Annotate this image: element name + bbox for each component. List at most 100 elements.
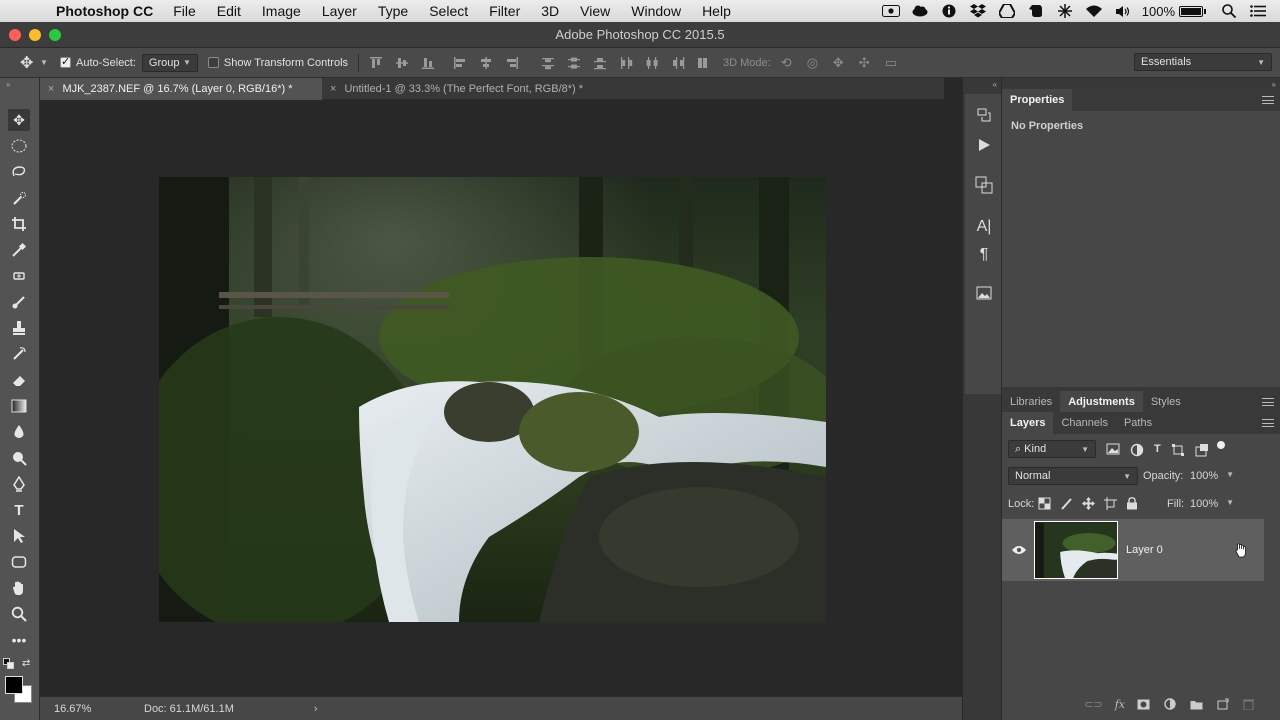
adjustments-panel-menu-icon[interactable]: [1262, 398, 1274, 406]
blend-mode-dropdown[interactable]: Normal ▼: [1008, 467, 1138, 485]
opacity-field[interactable]: 100% ▼: [1190, 470, 1234, 482]
auto-select-dropdown[interactable]: Group ▼: [141, 53, 198, 72]
image-info-panel-icon[interactable]: [975, 284, 993, 302]
tab-layers[interactable]: Layers: [1002, 412, 1054, 434]
character-panel-icon[interactable]: A|: [975, 218, 993, 236]
tool-presets-icon[interactable]: [975, 176, 993, 194]
distribute-left-icon[interactable]: [619, 56, 633, 70]
healing-brush-tool-icon[interactable]: [8, 265, 30, 287]
swap-colors-icon[interactable]: ⇄: [22, 658, 30, 669]
menu-filter[interactable]: Filter: [489, 3, 520, 19]
tab-libraries[interactable]: Libraries: [1002, 391, 1060, 413]
3d-roll-icon[interactable]: ◎: [807, 55, 833, 71]
layer-style-fx-icon[interactable]: fx: [1115, 698, 1125, 711]
lasso-tool-icon[interactable]: [8, 161, 30, 183]
lock-transparent-pixels-icon[interactable]: [1038, 497, 1051, 510]
volume-icon[interactable]: [1113, 4, 1133, 18]
filter-adjustment-layers-icon[interactable]: [1130, 443, 1144, 457]
chevron-down-icon[interactable]: ▼: [1226, 498, 1234, 510]
screen-record-icon[interactable]: [881, 4, 901, 18]
3d-orbit-icon[interactable]: ⟲: [781, 55, 807, 71]
dropbox-icon[interactable]: [968, 4, 988, 18]
creative-cloud-icon[interactable]: [910, 4, 930, 18]
app-name-menu[interactable]: Photoshop CC: [56, 3, 153, 19]
filter-smart-objects-icon[interactable]: [1195, 443, 1209, 457]
align-vertical-centers-icon[interactable]: [395, 56, 409, 70]
clone-stamp-tool-icon[interactable]: [8, 317, 30, 339]
menu-help[interactable]: Help: [702, 3, 731, 19]
auto-select-checkbox[interactable]: [60, 55, 71, 68]
menu-window[interactable]: Window: [631, 3, 681, 19]
document-size[interactable]: Doc: 61.1M/61.1M: [144, 703, 234, 715]
align-horizontal-centers-icon[interactable]: [479, 56, 493, 70]
move-tool-preset-icon[interactable]: ✥: [20, 53, 40, 73]
new-layer-icon[interactable]: [1217, 698, 1229, 710]
eraser-tool-icon[interactable]: [8, 369, 30, 391]
new-adjustment-layer-icon[interactable]: [1164, 698, 1176, 710]
zoom-level[interactable]: 16.67%: [54, 703, 144, 715]
status-menu-arrow-icon[interactable]: ›: [314, 703, 318, 715]
chevron-down-icon[interactable]: ▼: [1226, 470, 1234, 482]
brush-tool-icon[interactable]: [8, 291, 30, 313]
evernote-icon[interactable]: [1026, 4, 1046, 18]
foreground-color-swatch[interactable]: [5, 676, 23, 694]
tab-untitled-1[interactable]: × Untitled-1 @ 33.3% (The Perfect Font, …: [322, 78, 632, 100]
layer-name[interactable]: Layer 0: [1126, 544, 1163, 556]
layer-row[interactable]: Layer 0: [1002, 519, 1264, 581]
rectangle-tool-icon[interactable]: [8, 551, 30, 573]
filter-pixel-layers-icon[interactable]: [1106, 443, 1120, 455]
dodge-tool-icon[interactable]: [8, 447, 30, 469]
link-layers-icon[interactable]: ⊂⊃: [1084, 698, 1102, 711]
distribute-right-icon[interactable]: [671, 56, 685, 70]
new-group-folder-icon[interactable]: [1190, 699, 1203, 710]
3d-pan-icon[interactable]: ✥: [833, 55, 859, 71]
menu-select[interactable]: Select: [429, 3, 468, 19]
notification-center-icon[interactable]: [1248, 4, 1268, 18]
marquee-tool-icon[interactable]: [8, 135, 30, 157]
menu-view[interactable]: View: [580, 3, 610, 19]
align-bottom-edges-icon[interactable]: [421, 56, 435, 70]
crop-tool-icon[interactable]: [8, 213, 30, 235]
filter-type-layers-icon[interactable]: T: [1154, 443, 1161, 457]
show-transform-controls-checkbox[interactable]: [207, 57, 219, 68]
3d-slide-icon[interactable]: ✣: [859, 55, 885, 71]
more-tools-icon[interactable]: •••: [8, 629, 30, 651]
lock-image-pixels-icon[interactable]: [1060, 497, 1073, 510]
filter-shape-layers-icon[interactable]: [1171, 443, 1185, 457]
document-image[interactable]: [159, 177, 826, 622]
tab-paths[interactable]: Paths: [1116, 412, 1160, 434]
workspace-dropdown[interactable]: Essentials ▼: [1134, 53, 1272, 71]
tab-channels[interactable]: Channels: [1053, 412, 1115, 434]
history-brush-tool-icon[interactable]: [8, 343, 30, 365]
align-top-edges-icon[interactable]: [369, 56, 383, 70]
history-panel-icon[interactable]: [975, 106, 993, 124]
type-tool-icon[interactable]: T: [8, 499, 30, 521]
distribute-vertical-centers-icon[interactable]: [567, 56, 581, 70]
layer-thumbnail[interactable]: [1034, 521, 1118, 579]
gradient-tool-icon[interactable]: [8, 395, 30, 417]
minimize-window-button[interactable]: [29, 29, 41, 41]
delete-layer-trash-icon[interactable]: [1243, 698, 1254, 710]
3d-scale-icon[interactable]: ▭: [885, 55, 911, 71]
visibility-eye-icon[interactable]: [1012, 545, 1026, 555]
close-tab-icon[interactable]: ×: [330, 83, 336, 95]
move-tool-icon[interactable]: ✥: [8, 109, 30, 131]
blur-tool-icon[interactable]: [8, 421, 30, 443]
lock-all-icon[interactable]: [1126, 497, 1138, 510]
canvas-area[interactable]: [40, 100, 944, 696]
menu-layer[interactable]: Layer: [322, 3, 357, 19]
spotlight-search-icon[interactable]: [1219, 4, 1239, 18]
menu-file[interactable]: File: [173, 3, 196, 19]
flower-icon[interactable]: [1055, 4, 1075, 18]
tool-preset-caret-icon[interactable]: ▼: [40, 58, 56, 67]
paragraph-panel-icon[interactable]: ¶: [975, 246, 993, 264]
pen-tool-icon[interactable]: [8, 473, 30, 495]
zoom-tool-icon[interactable]: [8, 603, 30, 625]
info-icon[interactable]: [939, 4, 959, 18]
quick-selection-tool-icon[interactable]: [8, 187, 30, 209]
eyedropper-tool-icon[interactable]: [8, 239, 30, 261]
auto-align-layers-icon[interactable]: [697, 56, 711, 70]
distribute-bottom-icon[interactable]: [593, 56, 607, 70]
tab-properties[interactable]: Properties: [1002, 89, 1073, 111]
layers-panel-menu-icon[interactable]: [1262, 419, 1274, 427]
